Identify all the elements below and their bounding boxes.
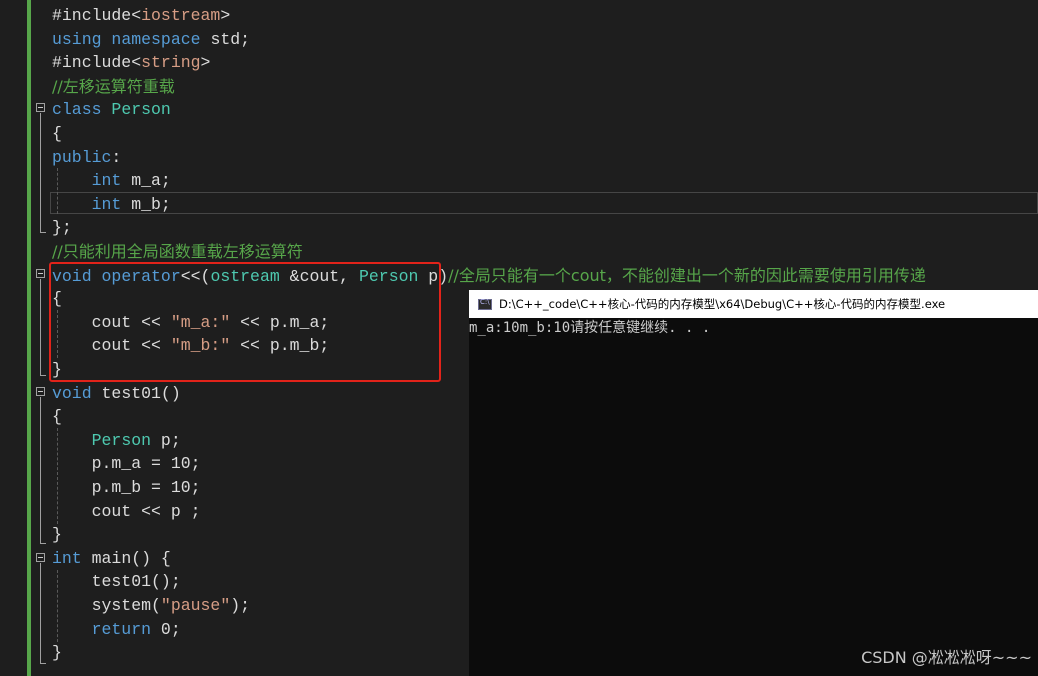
code-line[interactable]: int main() { [52, 547, 171, 570]
fold-guide-main [40, 563, 41, 663]
code-token: "pause" [160, 596, 231, 615]
code-token: namespace [111, 30, 211, 49]
code-token: class [52, 100, 112, 119]
editor-gutter [0, 0, 27, 676]
code-token: Person [91, 431, 161, 450]
code-line[interactable]: Person p; [52, 429, 181, 452]
fold-test01-icon[interactable] [36, 387, 45, 396]
code-token: return [52, 620, 161, 639]
code-token: main() { [91, 549, 171, 568]
code-line[interactable]: p.m_b = 10; [52, 476, 201, 499]
code-line[interactable]: using namespace std; [52, 28, 250, 51]
code-token: ); [230, 596, 251, 615]
code-line[interactable]: int m_a; [52, 169, 171, 192]
code-line[interactable]: }; [52, 216, 72, 239]
fold-end-class [40, 232, 46, 233]
code-token: > [200, 53, 211, 72]
code-line[interactable]: #include<iostream> [52, 4, 230, 27]
code-token: int [52, 549, 92, 568]
fold-guide-operator [40, 279, 41, 375]
code-line[interactable]: { [52, 405, 62, 428]
code-line[interactable]: { [52, 122, 62, 145]
watermark: CSDN @凇凇凇呀~~~ [861, 648, 1032, 667]
fold-end-operator [40, 375, 46, 376]
code-token: p.m_b = 10; [52, 478, 201, 497]
code-token: { [52, 124, 62, 143]
code-token: p; [160, 431, 181, 450]
code-token: //左移运算符重载 [52, 77, 175, 96]
code-line[interactable]: system("pause"); [52, 594, 250, 617]
code-token: system( [52, 596, 161, 615]
code-token: cout << p ; [52, 502, 201, 521]
console-window[interactable]: D:\C++_code\C++核心-代码的内存模型\x64\Debug\C++核… [469, 290, 1038, 676]
code-line[interactable]: #include<string> [52, 51, 210, 74]
fold-end-main [40, 663, 46, 664]
code-token: m_b; [131, 195, 171, 214]
code-token: test01() [101, 384, 181, 403]
code-token: int [52, 171, 132, 190]
code-token: iostream [141, 6, 221, 25]
code-token: 0; [160, 620, 181, 639]
code-line[interactable]: p.m_a = 10; [52, 452, 201, 475]
code-token: //全局只能有一个cout，不能创建出一个新的因此需要使用引用传递 [448, 266, 926, 285]
code-token: public [52, 148, 112, 167]
code-line[interactable]: test01(); [52, 570, 181, 593]
fold-main-icon[interactable] [36, 553, 45, 562]
code-token: Person [111, 100, 171, 119]
code-token: m_a; [131, 171, 171, 190]
console-title: D:\C++_code\C++核心-代码的内存模型\x64\Debug\C++核… [499, 297, 946, 311]
fold-end-test01 [40, 543, 46, 544]
code-line[interactable]: public: [52, 146, 121, 169]
code-token: p.m_a = 10; [52, 454, 201, 473]
code-token: test01(); [52, 572, 181, 591]
code-token: string [141, 53, 201, 72]
highlight-annotation-box [49, 262, 441, 382]
code-token: //只能利用全局函数重载左移运算符 [52, 242, 303, 261]
fold-guide-test01 [40, 397, 41, 543]
code-token: }; [52, 218, 72, 237]
code-line[interactable]: int m_b; [52, 193, 171, 216]
code-token: > [220, 6, 231, 25]
current-line-highlight [50, 192, 1038, 214]
code-line[interactable]: //左移运算符重载 [52, 75, 175, 98]
code-token: } [52, 525, 62, 544]
change-tracking-bar [27, 0, 31, 676]
code-token: void [52, 384, 102, 403]
code-token: : [111, 148, 122, 167]
console-app-icon [478, 298, 492, 310]
code-token: #include< [52, 6, 142, 25]
code-line[interactable]: } [52, 523, 62, 546]
code-line[interactable]: cout << p ; [52, 500, 201, 523]
console-output: m_a:10m_b:10请按任意键继续. . . [469, 320, 711, 336]
console-titlebar[interactable]: D:\C++_code\C++核心-代码的内存模型\x64\Debug\C++核… [469, 290, 1038, 318]
code-line[interactable]: //只能利用全局函数重载左移运算符 [52, 240, 303, 263]
fold-class-person-icon[interactable] [36, 103, 45, 112]
code-line[interactable]: } [52, 641, 62, 664]
code-token: } [52, 643, 62, 662]
fold-operator-icon[interactable] [36, 269, 45, 278]
code-line[interactable]: class Person [52, 98, 171, 121]
fold-guide-class [40, 113, 41, 232]
code-token: { [52, 407, 62, 426]
code-token: std; [210, 30, 251, 49]
code-line[interactable]: return 0; [52, 618, 181, 641]
code-token: int [52, 195, 132, 214]
code-token: using [52, 30, 112, 49]
code-token: #include< [52, 53, 142, 72]
code-line[interactable]: void test01() [52, 382, 181, 405]
